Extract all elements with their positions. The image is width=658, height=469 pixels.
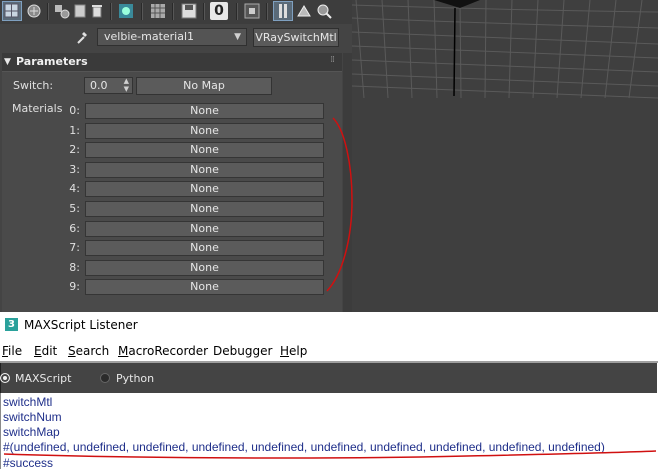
reset-map-icon[interactable] xyxy=(71,2,89,20)
switch-label: Switch: xyxy=(13,79,54,92)
material-slot-5-button[interactable]: None xyxy=(85,201,324,217)
material-slot-6-button[interactable]: None xyxy=(85,220,324,237)
toolbar-separator xyxy=(203,3,205,20)
toolbar-separator xyxy=(110,3,112,20)
material-name-dropdown[interactable]: velbie-material1 ▼ xyxy=(97,28,247,46)
rollout-title: Parameters xyxy=(16,55,88,68)
material-slot-index: 3: xyxy=(69,162,80,176)
material-slot-8-button[interactable]: None xyxy=(85,259,324,276)
material-editor-toolbar: 0 xyxy=(0,0,352,24)
save-to-library-icon[interactable] xyxy=(180,2,198,20)
perspective-grid xyxy=(352,0,658,99)
viewport[interactable] xyxy=(352,0,658,312)
go-to-parent-icon[interactable] xyxy=(273,1,293,21)
assign-material-icon[interactable] xyxy=(53,2,71,20)
toolbar-separator xyxy=(236,3,238,20)
toolbar-separator xyxy=(172,3,174,20)
material-slot-0-button[interactable]: None xyxy=(85,103,324,119)
material-slot-1-button[interactable]: None xyxy=(85,122,324,139)
panel-scrollbar[interactable] xyxy=(343,53,352,312)
material-slot-7-button[interactable]: None xyxy=(85,240,324,257)
material-slot-index: 9: xyxy=(69,280,80,294)
material-slot-index: 2: xyxy=(69,143,80,157)
scene-edge-line xyxy=(453,7,456,97)
toolbar-separator xyxy=(266,3,268,20)
material-slot-index: 0: xyxy=(69,104,80,117)
material-type-button[interactable]: VRaySwitchMtl xyxy=(253,28,339,47)
material-editor: 0 velbie-material1 ▼ VRaySwitchMtl ▼ Par… xyxy=(0,0,352,313)
switch-map-button[interactable]: No Map xyxy=(136,77,272,95)
drag-grip-icon[interactable]: ⁞⁞ xyxy=(330,55,335,65)
scene-object-shape xyxy=(434,0,480,8)
material-slot-index: 4: xyxy=(69,182,80,196)
switch-spinner[interactable]: 0.0 ▲ ▼ xyxy=(84,77,133,94)
screen: 0 velbie-material1 ▼ VRaySwitchMtl ▼ Par… xyxy=(0,0,658,469)
go-forward-to-sibling-icon[interactable] xyxy=(295,2,313,20)
material-name-text: velbie-material1 xyxy=(104,30,195,43)
material-slot-index: 1: xyxy=(69,123,80,137)
toolbar-separator xyxy=(47,3,49,20)
chevron-down-icon: ▼ xyxy=(234,32,241,42)
collapse-icon: ▼ xyxy=(4,57,11,67)
material-slot-3-button[interactable]: None xyxy=(85,161,324,178)
rollout-header[interactable]: ▼ Parameters ⁞⁞ xyxy=(2,53,342,71)
material-slot-index: 5: xyxy=(69,202,80,215)
pick-from-object-icon[interactable] xyxy=(315,2,333,20)
toolbar-separator xyxy=(141,3,143,20)
material-slot-index: 8: xyxy=(69,260,80,274)
make-unique-icon[interactable] xyxy=(117,2,135,20)
spinner-arrows-icon[interactable]: ▲ ▼ xyxy=(124,77,129,93)
material-id-channel-icon[interactable]: 0 xyxy=(210,2,228,20)
show-in-viewport-icon[interactable] xyxy=(149,2,167,20)
material-slot-2-button[interactable]: None xyxy=(85,142,324,159)
get-material-icon[interactable] xyxy=(2,1,22,21)
material-slot-9-button[interactable]: None xyxy=(85,279,324,296)
red-underline-stroke xyxy=(3,450,657,459)
maxscript-listener-window: 3 MAXScript Listener File Edit Search Ma… xyxy=(0,312,658,469)
materials-label: Materials xyxy=(12,102,63,115)
switch-value: 0.0 xyxy=(90,79,108,92)
delete-icon[interactable] xyxy=(88,2,106,20)
material-slot-index: 7: xyxy=(69,241,80,255)
material-slot-4-button[interactable]: None xyxy=(85,181,324,198)
put-to-scene-icon[interactable] xyxy=(25,2,43,20)
eyedropper-icon[interactable] xyxy=(76,29,90,45)
show-end-result-icon[interactable] xyxy=(243,2,261,20)
material-slot-index: 6: xyxy=(69,221,80,235)
